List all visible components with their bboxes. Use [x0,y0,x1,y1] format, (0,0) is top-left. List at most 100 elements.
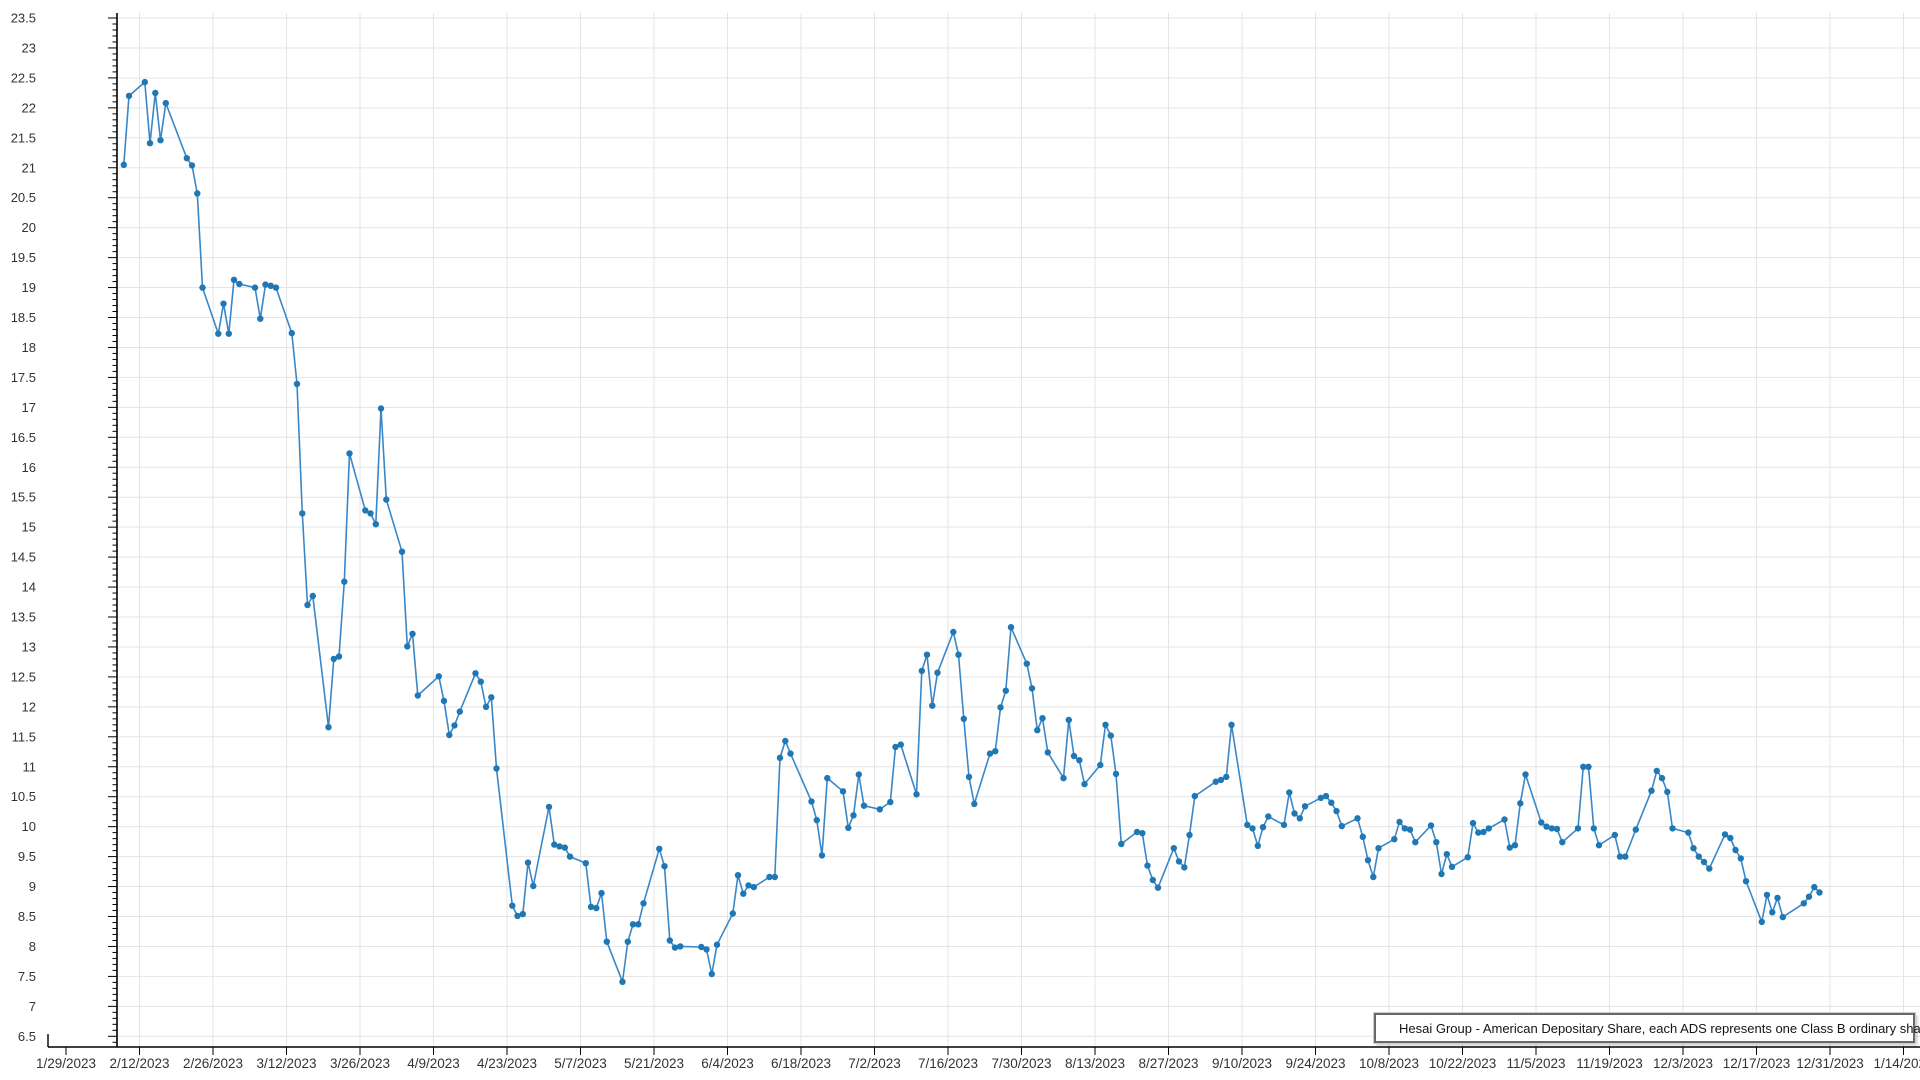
data-point[interactable] [840,788,846,794]
data-point[interactable] [1396,819,1402,825]
data-point[interactable] [1806,894,1812,900]
data-point[interactable] [1150,877,1156,883]
data-point[interactable] [546,804,552,810]
data-point[interactable] [1764,892,1770,898]
data-point[interactable] [289,330,295,336]
data-point[interactable] [194,190,200,196]
data-point[interactable] [1690,845,1696,851]
data-point[interactable] [1302,803,1308,809]
data-point[interactable] [1297,815,1303,821]
data-point[interactable] [1412,839,1418,845]
data-point[interactable] [966,774,972,780]
data-point[interactable] [1255,843,1261,849]
data-point[interactable] [404,643,410,649]
data-point[interactable] [1433,839,1439,845]
data-point[interactable] [1003,688,1009,694]
data-point[interactable] [772,874,778,880]
data-point[interactable] [898,741,904,747]
data-point[interactable] [562,844,568,850]
data-point[interactable] [1596,842,1602,848]
legend[interactable]: Hesai Group - American Depositary Share,… [1374,1013,1915,1043]
data-point[interactable] [304,602,310,608]
data-point[interactable] [1428,822,1434,828]
data-point[interactable] [950,629,956,635]
data-point[interactable] [1769,909,1775,915]
data-point[interactable] [399,549,405,555]
data-point[interactable] [1759,919,1765,925]
data-point[interactable] [1816,889,1822,895]
data-point[interactable] [1654,768,1660,774]
data-point[interactable] [346,450,352,456]
data-point[interactable] [1696,853,1702,859]
data-point[interactable] [1801,900,1807,906]
data-point[interactable] [231,277,237,283]
data-point[interactable] [1339,823,1345,829]
data-point[interactable] [373,521,379,527]
data-point[interactable] [714,942,720,948]
data-point[interactable] [1664,789,1670,795]
data-point[interactable] [1732,847,1738,853]
data-point[interactable] [913,791,919,797]
data-point[interactable] [1375,845,1381,851]
data-point[interactable] [1045,749,1051,755]
data-point[interactable] [483,704,489,710]
data-point[interactable] [1281,822,1287,828]
data-point[interactable] [1365,857,1371,863]
data-point[interactable] [1139,830,1145,836]
data-point[interactable] [1060,775,1066,781]
data-point[interactable] [961,716,967,722]
data-point[interactable] [593,905,599,911]
data-point[interactable] [294,381,300,387]
data-point[interactable] [709,971,715,977]
data-point[interactable] [1591,825,1597,831]
data-point[interactable] [472,670,478,676]
data-point[interactable] [929,703,935,709]
data-point[interactable] [992,748,998,754]
data-point[interactable] [677,943,683,949]
data-point[interactable] [157,137,163,143]
data-point[interactable] [336,653,342,659]
data-point[interactable] [446,732,452,738]
data-point[interactable] [493,765,499,771]
data-point[interactable] [325,724,331,730]
data-point[interactable] [1323,793,1329,799]
data-point[interactable] [887,799,893,805]
data-point[interactable] [1722,831,1728,837]
data-point[interactable] [415,692,421,698]
data-point[interactable] [934,670,940,676]
data-point[interactable] [604,939,610,945]
data-point[interactable] [189,162,195,168]
data-point[interactable] [488,694,494,700]
data-point[interactable] [409,631,415,637]
data-point[interactable] [1360,834,1366,840]
data-point[interactable] [1076,757,1082,763]
data-point[interactable] [1470,820,1476,826]
data-point[interactable] [877,806,883,812]
data-point[interactable] [367,510,373,516]
data-point[interactable] [126,93,132,99]
data-point[interactable] [1244,822,1250,828]
data-point[interactable] [751,884,757,890]
data-point[interactable] [583,860,589,866]
data-point[interactable] [1328,800,1334,806]
data-point[interactable] [1286,789,1292,795]
data-point[interactable] [1155,885,1161,891]
data-point[interactable] [236,281,242,287]
data-point[interactable] [1118,841,1124,847]
data-point[interactable] [299,510,305,516]
data-point[interactable] [530,883,536,889]
data-point[interactable] [1585,764,1591,770]
data-point[interactable] [1181,864,1187,870]
data-point[interactable] [787,750,793,756]
data-point[interactable] [919,668,925,674]
data-point[interactable] [672,944,678,950]
data-point[interactable] [383,496,389,502]
data-point[interactable] [451,722,457,728]
data-point[interactable] [850,812,856,818]
data-point[interactable] [856,771,862,777]
data-point[interactable] [142,79,148,85]
data-point[interactable] [215,331,221,337]
data-point[interactable] [777,755,783,761]
data-point[interactable] [478,679,484,685]
data-point[interactable] [661,863,667,869]
